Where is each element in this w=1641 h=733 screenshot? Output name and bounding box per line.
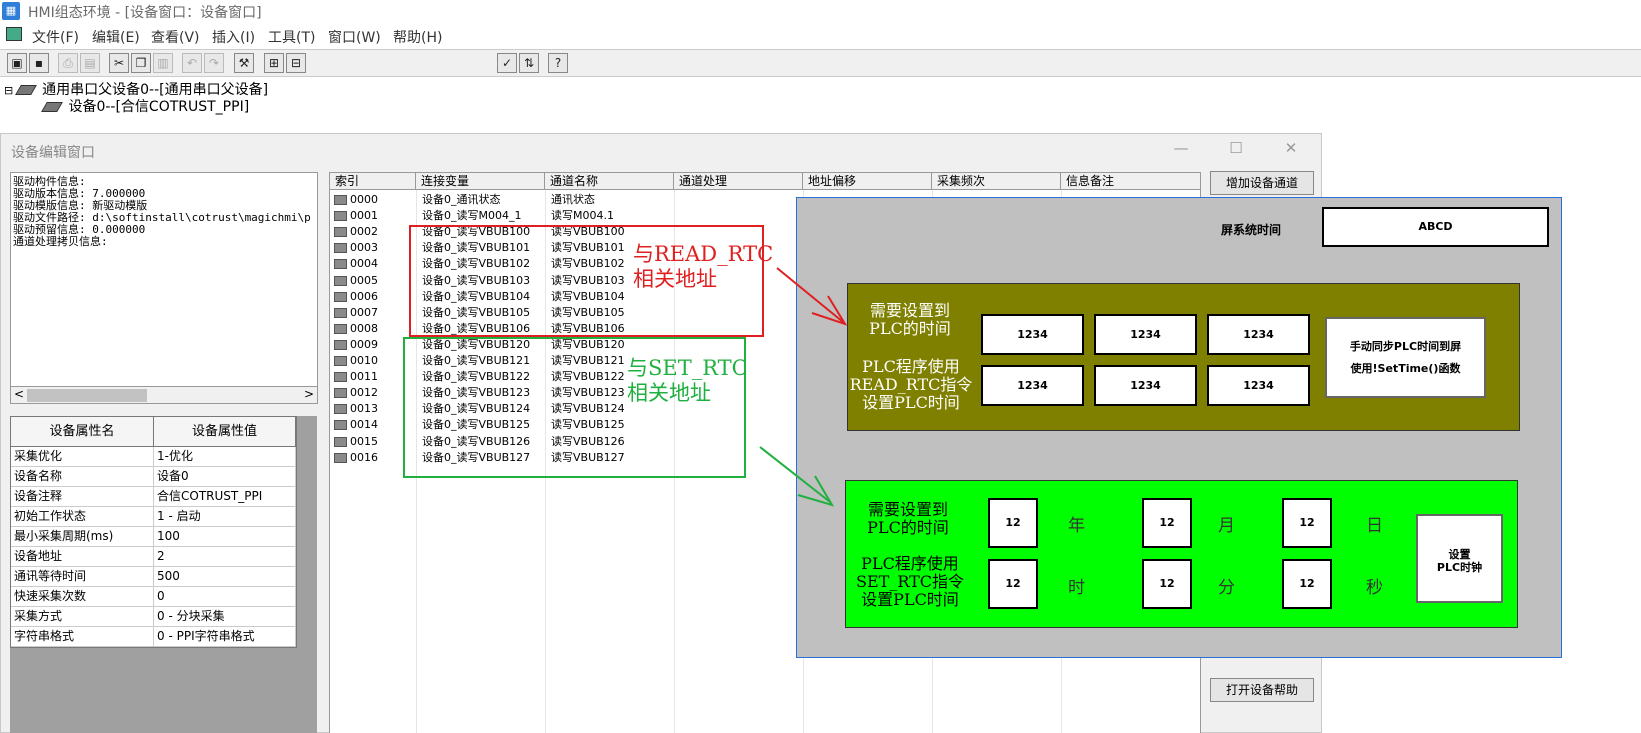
red-arrow-icon (776, 267, 848, 326)
green-arrow-icon (759, 446, 835, 507)
annotation-arrows (759, 267, 848, 507)
